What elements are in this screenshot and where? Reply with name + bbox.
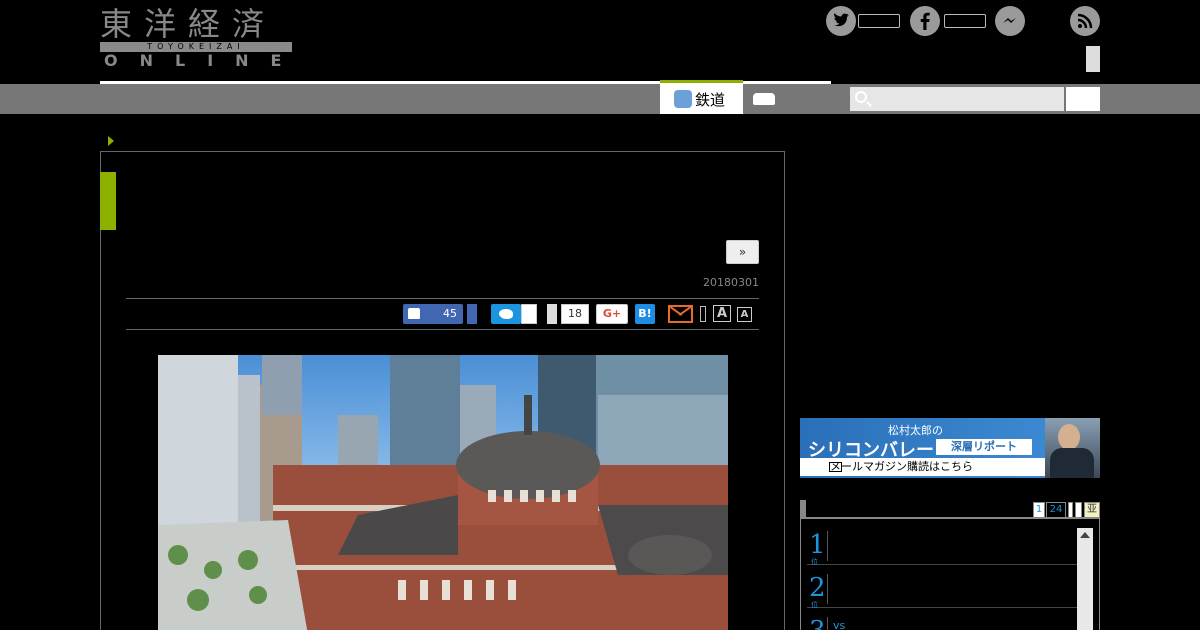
- rank-unit: 位: [811, 601, 818, 609]
- rank-number: 2: [809, 573, 826, 603]
- rank-title: vs: [833, 619, 846, 630]
- author-photo-head: [1058, 424, 1080, 450]
- mail-magazine-banner[interactable]: 松村太郎の シリコンバレー 深層リポート メールマガジン購読はこちら: [800, 418, 1100, 478]
- ranking-item[interactable]: 2 位: [807, 568, 1077, 609]
- twitter-icon: [826, 6, 856, 36]
- ranking-item[interactable]: 1 位: [807, 525, 1077, 566]
- facebook-count-box: [944, 14, 986, 28]
- page: 東洋経済 TOYOKEIZAI ONLINE 鉄道 » 20180301 45 …: [0, 0, 1200, 630]
- like-count: 45: [443, 307, 457, 320]
- tweet-count: [521, 304, 537, 324]
- scroll-up-icon[interactable]: [1080, 532, 1090, 538]
- ranking-tab-5[interactable]: 亚: [1084, 502, 1100, 518]
- ranking-tab-24[interactable]: 24: [1046, 502, 1066, 518]
- article-hero-image: [158, 355, 728, 630]
- header-side-box: [1086, 46, 1100, 72]
- ranking-tab-3[interactable]: [1068, 502, 1073, 518]
- tweet-button[interactable]: [491, 304, 521, 324]
- rank-separator: [827, 574, 828, 604]
- facebook-icon: [910, 6, 940, 36]
- facebook-like-button[interactable]: 45: [403, 304, 463, 324]
- ranking-tab-1[interactable]: 1: [1033, 502, 1045, 518]
- ranking-scrollbar[interactable]: [1077, 528, 1093, 630]
- car-icon: [753, 93, 775, 105]
- ranking-tab-4[interactable]: [1075, 502, 1082, 518]
- site-logo[interactable]: 東洋経済 TOYOKEIZAI ONLINE: [100, 6, 292, 70]
- rss-icon: [1070, 6, 1100, 36]
- breadcrumb-arrow-icon: [108, 136, 114, 146]
- facebook-share-button[interactable]: [467, 304, 477, 324]
- twitter-bird-icon: [499, 309, 513, 319]
- author-photo-body: [1050, 448, 1094, 478]
- tokyo-station-illustration: [158, 355, 728, 630]
- pocket-count: 18: [561, 304, 589, 324]
- twitter-count-box: [858, 14, 900, 28]
- rank-separator: [827, 531, 828, 561]
- pocket-button[interactable]: [547, 304, 557, 324]
- article-title-marker: [100, 172, 116, 230]
- share-divider-top: [126, 298, 759, 299]
- nav-tab-railway-label: 鉄道: [695, 91, 726, 109]
- ranking-list: 1 位 2 位 3 vs: [800, 518, 1100, 630]
- messenger-icon: [995, 6, 1025, 36]
- rank-number: 3: [809, 617, 826, 630]
- thumbs-up-icon: [408, 308, 420, 319]
- search-button[interactable]: [1066, 87, 1100, 111]
- nav-tab-railway[interactable]: 鉄道: [660, 80, 743, 114]
- train-icon: [674, 90, 692, 108]
- article-date: 20180301: [703, 276, 759, 289]
- google-plus-button[interactable]: G+: [596, 304, 628, 324]
- nav-tab-car[interactable]: [743, 80, 793, 114]
- banner-tag: 深層リポート: [936, 439, 1032, 455]
- envelope-icon: [829, 462, 842, 472]
- hatena-bookmark-button[interactable]: B!: [635, 304, 655, 324]
- search-input[interactable]: [850, 87, 1064, 111]
- print-button[interactable]: [700, 306, 706, 322]
- mail-icon[interactable]: [668, 305, 693, 323]
- ranking-item[interactable]: 3 vs: [807, 611, 1077, 630]
- logo-online: ONLINE: [104, 51, 304, 70]
- search-icon: [855, 91, 867, 103]
- ranking-marker: [800, 500, 806, 518]
- rank-separator: [827, 617, 828, 630]
- share-divider-bottom: [126, 329, 759, 330]
- logo-kanji: 東洋経済: [100, 5, 277, 43]
- font-size-large-button[interactable]: A: [713, 305, 731, 322]
- next-page-button[interactable]: »: [726, 240, 759, 264]
- rank-unit: 位: [811, 558, 818, 566]
- font-size-small-button[interactable]: A: [737, 307, 752, 322]
- rank-number: 1: [809, 530, 826, 560]
